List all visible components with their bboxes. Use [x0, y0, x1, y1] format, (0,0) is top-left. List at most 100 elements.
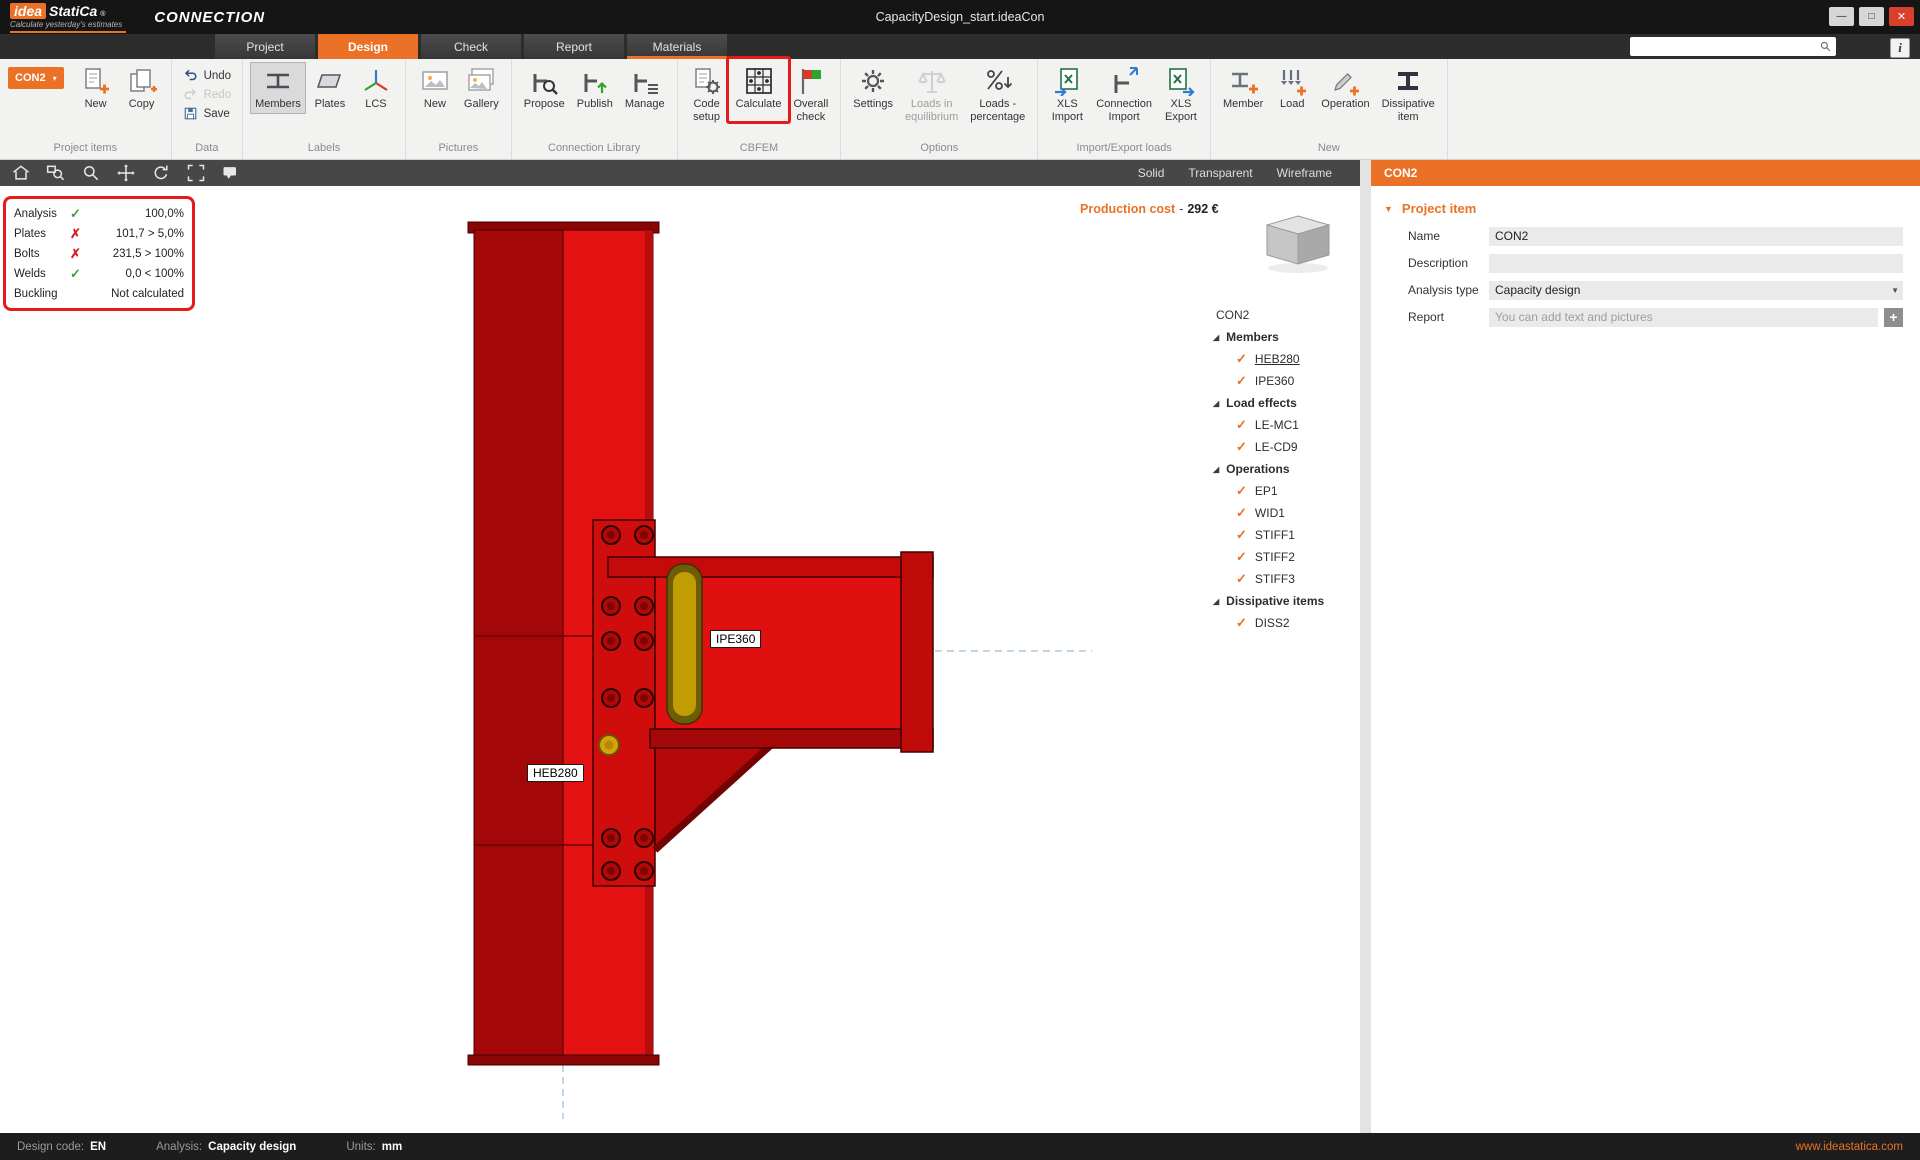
maximize-button[interactable]: □	[1859, 7, 1884, 26]
tree-group-label: Load effects	[1226, 396, 1297, 410]
ribbon-item-load[interactable]: Load	[1270, 62, 1314, 114]
ribbon-item-xls-export[interactable]: XLS Export	[1159, 62, 1203, 126]
tree-item-le-mc1[interactable]: ✓ LE-MC1	[1205, 414, 1360, 436]
tree-group-load-effects[interactable]: ◢ Load effects	[1205, 392, 1360, 414]
ribbon-item-operation[interactable]: Operation	[1316, 62, 1374, 114]
tree-item-stiff2[interactable]: ✓ STIFF2	[1205, 546, 1360, 568]
tree-item-wid1[interactable]: ✓ WID1	[1205, 502, 1360, 524]
tab-check[interactable]: Check	[421, 34, 521, 59]
view-mode-solid[interactable]: Solid	[1138, 166, 1165, 180]
ribbon-item-calculate[interactable]: Calculate	[731, 62, 787, 114]
viewport-3d[interactable]: Analysis ✓ 100,0% Plates ✗ 101,7 > 5,0% Bolts ✗…	[0, 186, 1360, 1133]
expander-icon: ◢	[1213, 596, 1220, 606]
ribbon-item-settings[interactable]: Settings	[848, 62, 898, 114]
ribbon-item-dissipative-item[interactable]: Dissipative item	[1377, 62, 1440, 126]
ribbon-item-redo[interactable]: Redo	[179, 85, 236, 104]
view-mode-transparent[interactable]: Transparent	[1188, 166, 1252, 180]
ribbon-item-gallery[interactable]: Gallery	[459, 62, 504, 114]
beam-label[interactable]: IPE360	[710, 630, 762, 648]
ribbon-item-xls-import[interactable]: XLS Import	[1045, 62, 1089, 126]
tree-group-label: Dissipative items	[1226, 594, 1325, 608]
ribbon-item-loads-percentage[interactable]: Loads - percentage	[965, 62, 1030, 126]
tree-item-heb280[interactable]: ✓ HEB280	[1205, 348, 1360, 370]
search-icon	[1819, 40, 1836, 53]
add-report-button[interactable]: +	[1884, 307, 1903, 327]
ribbon-item-copy[interactable]: Copy	[120, 62, 164, 114]
ribbon-item-publish[interactable]: Publish	[572, 62, 618, 114]
navigation-cube[interactable]	[1253, 210, 1343, 281]
ribbon-item-connection-import[interactable]: Connection Import	[1091, 62, 1157, 126]
ribbon-item-overall-check[interactable]: Overall check	[788, 62, 833, 126]
view-mode-wireframe[interactable]: Wireframe	[1277, 166, 1332, 180]
ribbon-item-loads-in-equilibrium[interactable]: Loads in equilibrium	[900, 62, 963, 126]
description-input[interactable]	[1489, 253, 1903, 273]
ribbon-item-plates[interactable]: Plates	[308, 62, 352, 114]
collapse-caret-icon: ▼	[1384, 203, 1393, 214]
ribbon-group-title: Project items	[53, 142, 118, 154]
ribbon-item-save[interactable]: Save	[179, 104, 234, 123]
fit-view-button[interactable]	[185, 162, 207, 184]
ribbon-item-propose[interactable]: Propose	[519, 62, 570, 114]
report-input[interactable]: You can add text and pictures	[1489, 307, 1878, 327]
pan-button[interactable]	[115, 162, 137, 184]
tab-project[interactable]: Project	[215, 34, 315, 59]
tab-design[interactable]: Design	[318, 34, 418, 59]
property-row-description: Description	[1408, 253, 1920, 273]
ribbon-item-member[interactable]: Member	[1218, 62, 1268, 114]
ribbon-item-code-setup[interactable]: Code setup	[685, 62, 729, 126]
ribbon-item-new[interactable]: New	[413, 62, 457, 114]
home-button[interactable]	[10, 162, 32, 184]
name-input[interactable]: CON2	[1489, 226, 1903, 246]
tree-item-diss2[interactable]: ✓ DISS2	[1205, 612, 1360, 634]
ribbon-item-undo[interactable]: Undo	[179, 66, 236, 85]
ribbon-group-title: Options	[920, 142, 959, 154]
zoom-window-icon	[46, 163, 66, 183]
tab-report[interactable]: Report	[524, 34, 624, 59]
tree-item-le-cd9[interactable]: ✓ LE-CD9	[1205, 436, 1360, 458]
zoom-button[interactable]	[80, 162, 102, 184]
tree-item-ep1[interactable]: ✓ EP1	[1205, 480, 1360, 502]
check-icon: ✓	[1236, 417, 1247, 432]
tree-item-stiff1[interactable]: ✓ STIFF1	[1205, 524, 1360, 546]
overall-check-icon	[796, 66, 826, 96]
ribbon-item-con2-dropdown[interactable]: CON2 ▾	[8, 67, 64, 89]
ribbon-group-import-export-loads: XLS Import Connection Import XLS Export Imp…	[1038, 59, 1211, 159]
info-button[interactable]: i	[1890, 38, 1910, 58]
model-tree: CON2 ◢ Members ✓ HEB280 ✓ IPE360 ◢ Load effects ✓…	[1205, 304, 1360, 634]
ideastatica-link[interactable]: www.ideastatica.com	[1796, 1141, 1903, 1153]
tree-group-operations[interactable]: ◢ Operations	[1205, 458, 1360, 480]
check-icon: ✓	[1236, 483, 1247, 498]
tree-group-dissipative-items[interactable]: ◢ Dissipative items	[1205, 590, 1360, 612]
tree-item-label: LE-CD9	[1254, 440, 1298, 454]
property-label: Report	[1408, 310, 1445, 324]
production-cost: Production cost -292 €	[1080, 202, 1219, 216]
search-input[interactable]	[1630, 40, 1819, 53]
ribbon-item-new[interactable]: New	[74, 62, 118, 114]
project-item-section-header[interactable]: ▼ Project item	[1384, 201, 1920, 216]
rotate-button[interactable]	[150, 162, 172, 184]
ribbon-item-manage[interactable]: Manage	[620, 62, 670, 114]
members-icon	[263, 66, 293, 96]
tree-root[interactable]: CON2	[1205, 304, 1360, 326]
tree-item-ipe360[interactable]: ✓ IPE360	[1205, 370, 1360, 392]
tree-group-members[interactable]: ◢ Members	[1205, 326, 1360, 348]
search-box[interactable]	[1630, 37, 1836, 56]
analysis-type-dropdown[interactable]: Capacity design ▼	[1489, 280, 1903, 300]
tree-item-label: STIFF3	[1254, 572, 1295, 586]
ribbon-item-members[interactable]: Members	[250, 62, 306, 114]
minimize-button[interactable]: —	[1829, 7, 1854, 26]
ribbon-item-lcs[interactable]: LCS	[354, 62, 398, 114]
statusbar: Design code: EN Analysis: Capacity design Un…	[0, 1133, 1920, 1160]
close-button[interactable]: ✕	[1889, 7, 1914, 26]
analysis-row-value: Not calculated	[111, 288, 184, 300]
column-label[interactable]: HEB280	[527, 764, 584, 782]
tab-materials[interactable]: Materials	[627, 34, 727, 59]
zoom-window-button[interactable]	[45, 162, 67, 184]
connection-3d-model[interactable]	[0, 186, 1360, 1133]
labels-button[interactable]	[220, 162, 242, 184]
ribbon-item-label: New	[84, 98, 107, 110]
ribbon-item-label: Settings	[853, 98, 894, 110]
tree-item-stiff3[interactable]: ✓ STIFF3	[1205, 568, 1360, 590]
ribbon-group-title: Data	[195, 142, 219, 154]
panel-splitter[interactable]	[1360, 160, 1371, 1133]
